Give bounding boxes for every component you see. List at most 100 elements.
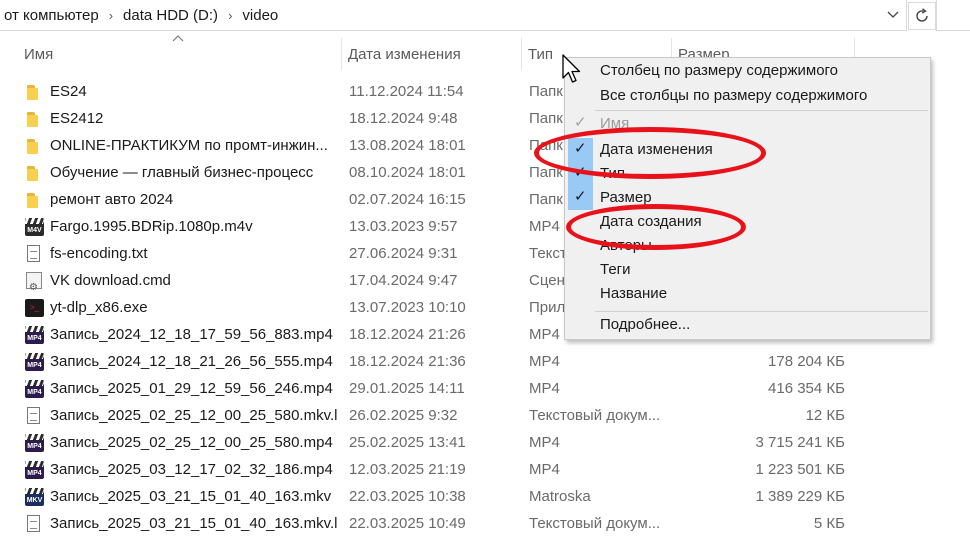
menu-item-size[interactable]: ✓ Размер bbox=[565, 186, 930, 210]
menu-item-size-all-columns-to-fit[interactable]: Все столбцы по размеру содержимого bbox=[565, 84, 930, 108]
menu-item-date-created[interactable]: Дата создания bbox=[565, 210, 930, 234]
refresh-button[interactable] bbox=[908, 2, 936, 30]
file-row[interactable]: MP4 Запись_2025_03_12_17_02_32_186.mp4 12.… bbox=[0, 456, 860, 483]
breadcrumb-drive[interactable]: data HDD (D:) bbox=[119, 7, 222, 24]
file-date-modified: 22.03.2025 10:38 bbox=[349, 488, 466, 505]
column-header-name-label: Имя bbox=[24, 45, 54, 63]
menu-separator bbox=[595, 110, 928, 111]
menu-item-tags[interactable]: Теги bbox=[565, 258, 930, 282]
file-type: MP4 bbox=[529, 380, 560, 397]
video-file-icon: MKV bbox=[24, 487, 46, 507]
file-date-modified: 25.02.2025 13:41 bbox=[349, 434, 466, 451]
video-file-icon: M4V bbox=[24, 217, 46, 237]
checkmark-icon: ✓ bbox=[568, 138, 593, 162]
file-date-modified: 29.01.2025 14:11 bbox=[349, 380, 465, 397]
menu-item-more[interactable]: Подробнее... bbox=[565, 313, 930, 337]
file-name: Запись_2025_03_21_15_01_40_163.mkv bbox=[50, 488, 332, 505]
menu-separator bbox=[595, 311, 928, 312]
file-name: Запись_2024_12_18_21_26_56_555.mp4 bbox=[50, 353, 333, 370]
file-date-modified: 08.10.2024 18:01 bbox=[349, 164, 466, 181]
file-name: Запись_2025_03_12_17_02_32_186.mp4 bbox=[50, 461, 333, 478]
video-file-icon: MP4 bbox=[24, 460, 46, 480]
file-date-modified: 13.07.2023 10:10 bbox=[349, 299, 466, 316]
file-name: fs-encoding.txt bbox=[50, 245, 148, 262]
file-name: VK download.cmd bbox=[50, 272, 171, 289]
folder-icon bbox=[24, 82, 46, 102]
file-size: 1 389 229 КБ bbox=[755, 488, 845, 505]
menu-item-label: Авторы bbox=[600, 237, 652, 254]
file-size: 178 204 КБ bbox=[768, 353, 845, 370]
script-file-icon bbox=[24, 271, 46, 291]
checkmark-icon: ✓ bbox=[568, 162, 593, 186]
breadcrumb-separator-icon[interactable]: › bbox=[222, 8, 238, 23]
file-row[interactable]: Запись_2025_02_25_12_00_25_580.mkv.log 26… bbox=[0, 402, 860, 429]
file-size: 12 КБ bbox=[805, 407, 845, 424]
file-date-modified: 26.02.2025 9:32 bbox=[349, 407, 458, 424]
file-date-modified: 18.12.2024 21:26 bbox=[349, 326, 466, 343]
file-size: 5 КБ bbox=[813, 515, 845, 532]
file-date-modified: 13.08.2024 18:01 bbox=[349, 137, 466, 154]
menu-item-label: Имя bbox=[600, 115, 630, 132]
menu-item-label: Размер bbox=[600, 189, 652, 206]
file-name: Запись_2025_02_25_12_00_25_580.mp4 bbox=[50, 434, 333, 451]
file-row[interactable]: MKV Запись_2025_03_21_15_01_40_163.mkv 22.… bbox=[0, 483, 860, 510]
file-row[interactable]: Запись_2025_03_21_15_01_40_163.mkv.log 22… bbox=[0, 510, 860, 537]
column-header-type-label: Тип bbox=[528, 45, 554, 63]
file-date-modified: 22.03.2025 10:49 bbox=[349, 515, 466, 532]
video-file-icon: MP4 bbox=[24, 325, 46, 345]
file-row[interactable]: MP4 Запись_2024_12_18_21_26_56_555.mp4 18.… bbox=[0, 348, 860, 375]
column-context-menu: Столбец по размеру содержимого Все столбц… bbox=[564, 57, 931, 340]
file-type: MP4 bbox=[529, 434, 560, 451]
file-row[interactable]: MP4 Запись_2025_02_25_12_00_25_580.mp4 25.… bbox=[0, 429, 860, 456]
video-file-icon: MP4 bbox=[24, 352, 46, 372]
file-type: Matroska bbox=[529, 488, 591, 505]
folder-icon bbox=[24, 190, 46, 210]
breadcrumb-separator-icon[interactable]: › bbox=[103, 8, 119, 23]
file-size: 3 715 241 КБ bbox=[755, 434, 845, 451]
folder-icon bbox=[24, 163, 46, 183]
video-file-icon: MP4 bbox=[24, 379, 46, 399]
menu-item-label: Столбец по размеру содержимого bbox=[600, 62, 839, 79]
menu-item-name[interactable]: ✓ Имя bbox=[565, 112, 930, 136]
menu-item-label: Тип bbox=[600, 165, 626, 182]
file-name: Запись_2025_03_21_15_01_40_163.mkv.log bbox=[50, 515, 338, 532]
file-name: yt-dlp_x86.exe bbox=[50, 299, 148, 316]
file-name: Запись_2025_02_25_12_00_25_580.mkv.log bbox=[50, 407, 338, 424]
file-name: ES24 bbox=[50, 83, 87, 100]
chevron-down-icon[interactable] bbox=[880, 0, 906, 30]
file-row[interactable]: MP4 Запись_2025_01_29_12_59_56_246.mp4 29.… bbox=[0, 375, 860, 402]
search-input[interactable] bbox=[936, 0, 970, 31]
menu-item-type[interactable]: ✓ Тип bbox=[565, 162, 930, 186]
menu-item-label: Дата изменения bbox=[600, 141, 713, 158]
file-date-modified: 12.03.2025 21:19 bbox=[349, 461, 466, 478]
file-name: Запись_2024_12_18_17_59_56_883.mp4 bbox=[50, 326, 333, 343]
column-header-date[interactable]: Дата изменения bbox=[342, 38, 522, 70]
file-date-modified: 13.03.2023 9:57 bbox=[349, 218, 458, 235]
file-name: Запись_2025_01_29_12_59_56_246.mp4 bbox=[50, 380, 333, 397]
menu-item-title[interactable]: Название bbox=[565, 282, 930, 306]
file-name: ремонт авто 2024 bbox=[50, 191, 174, 208]
column-header-date-label: Дата изменения bbox=[348, 45, 461, 63]
mouse-cursor-icon bbox=[562, 54, 581, 83]
menu-item-label: Название bbox=[600, 285, 668, 302]
file-date-modified: 11.12.2024 11:54 bbox=[349, 83, 464, 100]
menu-item-authors[interactable]: Авторы bbox=[565, 234, 930, 258]
checkmark-icon: ✓ bbox=[568, 186, 593, 210]
file-name: ES2412 bbox=[50, 110, 104, 127]
folder-icon bbox=[24, 136, 46, 156]
menu-item-size-column-to-fit[interactable]: Столбец по размеру содержимого bbox=[565, 59, 930, 83]
file-name: Fargo.1995.BDRip.1080p.m4v bbox=[50, 218, 253, 235]
breadcrumb-folder[interactable]: video bbox=[238, 7, 282, 24]
file-size: 416 354 КБ bbox=[768, 380, 845, 397]
file-type: Текстовый докум... bbox=[529, 407, 661, 424]
address-bar[interactable]: от компьютер › data HDD (D:) › video bbox=[0, 0, 907, 31]
breadcrumb-computer[interactable]: от компьютер bbox=[0, 7, 103, 24]
menu-item-label: Дата создания bbox=[600, 213, 702, 230]
menu-item-label: Теги bbox=[600, 261, 631, 278]
column-header-name[interactable]: Имя bbox=[18, 38, 342, 70]
checkmark-icon: ✓ bbox=[574, 113, 587, 131]
file-date-modified: 02.07.2024 16:15 bbox=[349, 191, 466, 208]
text-file-icon bbox=[24, 514, 46, 534]
menu-item-date-modified[interactable]: ✓ Дата изменения bbox=[565, 138, 930, 162]
file-type: MP4 bbox=[529, 461, 560, 478]
